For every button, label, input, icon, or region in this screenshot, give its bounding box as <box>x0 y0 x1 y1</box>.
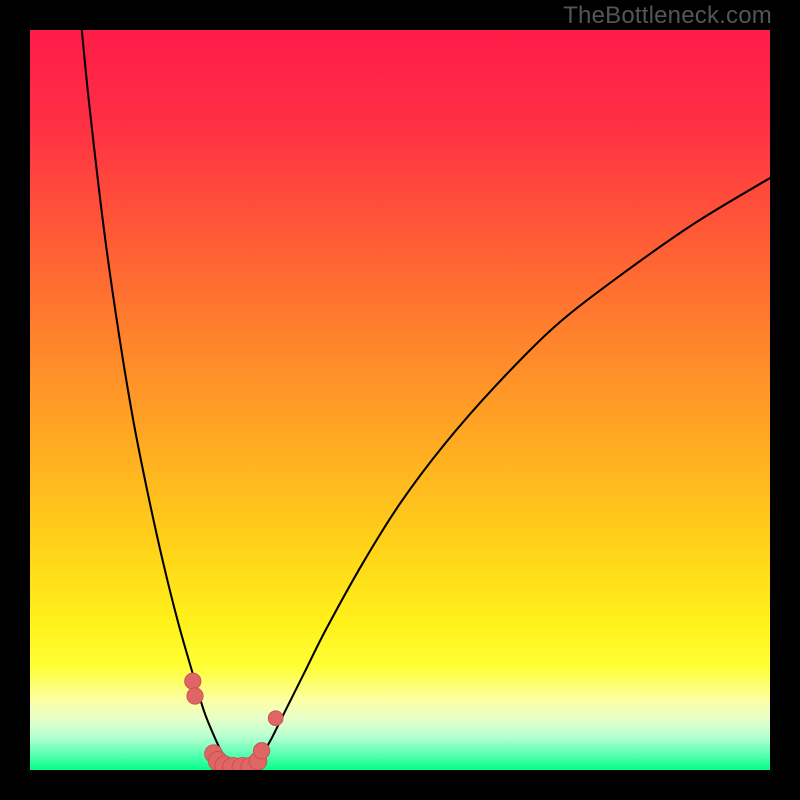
data-marker <box>268 711 283 726</box>
curves-layer <box>30 30 770 770</box>
data-marker <box>253 743 269 759</box>
watermark-text: TheBottleneck.com <box>563 2 772 30</box>
data-marker <box>187 688 203 704</box>
data-marker <box>185 673 201 689</box>
chart-frame: TheBottleneck.com <box>0 0 800 800</box>
plot-area <box>30 30 770 770</box>
curve-left-branch <box>82 30 230 768</box>
curve-right-branch <box>252 178 770 768</box>
marker-group <box>185 673 283 770</box>
